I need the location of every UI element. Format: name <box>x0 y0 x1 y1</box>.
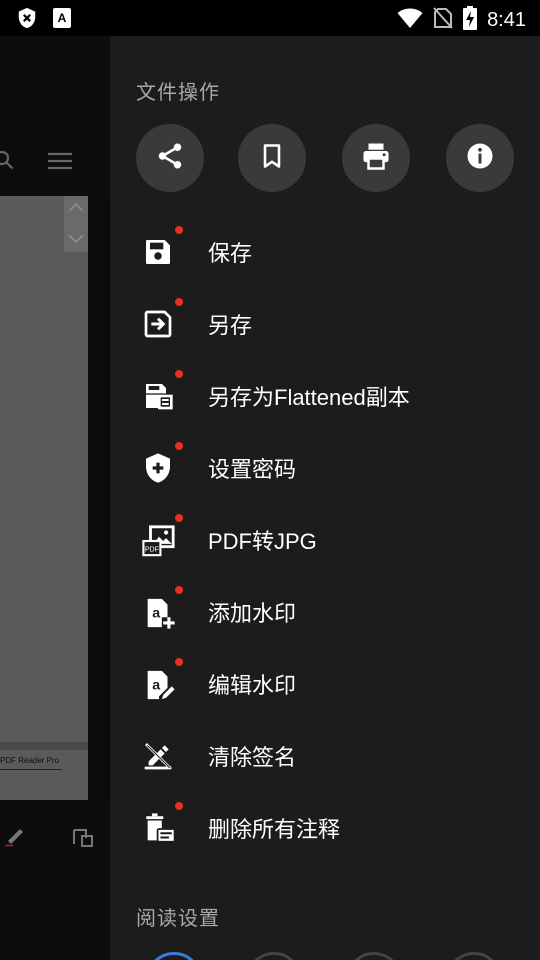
crop-select-icon <box>72 826 94 853</box>
app-toolbar <box>0 36 110 196</box>
document-page <box>0 196 88 800</box>
new-badge-dot <box>175 514 183 522</box>
menu-item-label: 添加水印 <box>208 601 297 626</box>
page-scroll-controls <box>64 196 88 252</box>
delete-annotations-icon <box>142 812 176 844</box>
edit-watermark-icon: a <box>142 668 175 700</box>
share-icon <box>155 141 185 176</box>
menu-item-label: 编辑水印 <box>208 673 297 698</box>
svg-text:a: a <box>152 605 160 621</box>
wifi-icon <box>397 7 423 34</box>
save-icon <box>142 236 174 268</box>
menu-item-label: 保存 <box>208 241 253 266</box>
menu-lines-icon <box>48 152 72 175</box>
menu-item-save[interactable]: 保存 <box>110 216 540 288</box>
menu-item-label: 删除所有注释 <box>208 817 341 842</box>
reading-mode-option[interactable] <box>346 952 402 960</box>
info-button[interactable] <box>446 124 514 192</box>
menu-item-set-password[interactable]: 设置密码 <box>110 432 540 504</box>
reading-mode-option[interactable] <box>146 952 202 960</box>
menu-item-clear-signature[interactable]: 清除签名 <box>110 720 540 792</box>
new-badge-dot <box>175 370 183 378</box>
menu-item-add-watermark[interactable]: a 添加水印 <box>110 576 540 648</box>
document-footer-bar <box>0 742 88 750</box>
clear-signature-icon <box>142 740 174 772</box>
menu-item-delete-annotations[interactable]: 删除所有注释 <box>110 792 540 864</box>
quick-actions-row <box>136 124 516 194</box>
svg-text:A: A <box>58 11 67 25</box>
file-operations-drawer: 文件操作 保存 另存 另存为Flattened副本 设置密码 PDF PDF转J… <box>110 36 540 960</box>
new-badge-dot <box>175 298 183 306</box>
new-badge-dot <box>175 442 183 450</box>
shield-plus-icon <box>142 452 174 484</box>
a-box-icon: A <box>52 7 72 34</box>
bookmark-icon <box>258 141 286 176</box>
menu-item-label: 另存 <box>208 313 253 338</box>
reading-settings-row <box>136 952 516 960</box>
pen-icon <box>4 824 28 853</box>
new-badge-dot <box>175 226 183 234</box>
svg-text:PDF: PDF <box>145 546 160 554</box>
chevron-up-icon <box>67 200 85 218</box>
new-badge-dot <box>175 802 183 810</box>
pdf-to-image-icon: PDF <box>142 524 175 557</box>
new-badge-dot <box>175 658 183 666</box>
chevron-down-icon <box>67 232 85 250</box>
menu-item-edit-watermark[interactable]: a 编辑水印 <box>110 648 540 720</box>
print-icon <box>360 141 392 176</box>
print-button[interactable] <box>342 124 410 192</box>
bookmark-button[interactable] <box>238 124 306 192</box>
battery-charging-icon <box>463 6 478 35</box>
reading-mode-option[interactable] <box>446 952 502 960</box>
menu-item-label: PDF转JPG <box>208 529 317 554</box>
new-badge-dot <box>175 586 183 594</box>
status-bar: A 8:41 <box>0 0 540 36</box>
bottom-toolbar <box>0 800 110 960</box>
add-watermark-icon: a <box>142 596 175 629</box>
search-icon <box>0 150 16 177</box>
menu-item-save-flattened[interactable]: 另存为Flattened副本 <box>110 360 540 432</box>
background-app: PDF Reader Pro <box>0 36 110 960</box>
menu-item-pdf-to-jpg[interactable]: PDF PDF转JPG <box>110 504 540 576</box>
share-button[interactable] <box>136 124 204 192</box>
menu-item-label: 另存为Flattened副本 <box>208 385 410 410</box>
save-as-icon <box>142 308 174 340</box>
no-sim-icon <box>433 7 453 34</box>
shield-x-icon <box>16 7 38 34</box>
menu-item-label: 清除签名 <box>208 745 297 770</box>
svg-text:a: a <box>152 677 160 693</box>
info-icon <box>465 141 495 176</box>
clock: 8:41 <box>487 9 526 31</box>
document-footer-text: PDF Reader Pro <box>0 756 60 765</box>
menu-item-label: 设置密码 <box>208 457 297 482</box>
save-flattened-icon <box>142 380 174 412</box>
file-ops-header: 文件操作 <box>136 82 220 104</box>
reading-mode-option[interactable] <box>246 952 302 960</box>
reading-settings-header: 阅读设置 <box>136 908 220 930</box>
menu-item-save-as[interactable]: 另存 <box>110 288 540 360</box>
document-footer-underline <box>0 769 62 770</box>
